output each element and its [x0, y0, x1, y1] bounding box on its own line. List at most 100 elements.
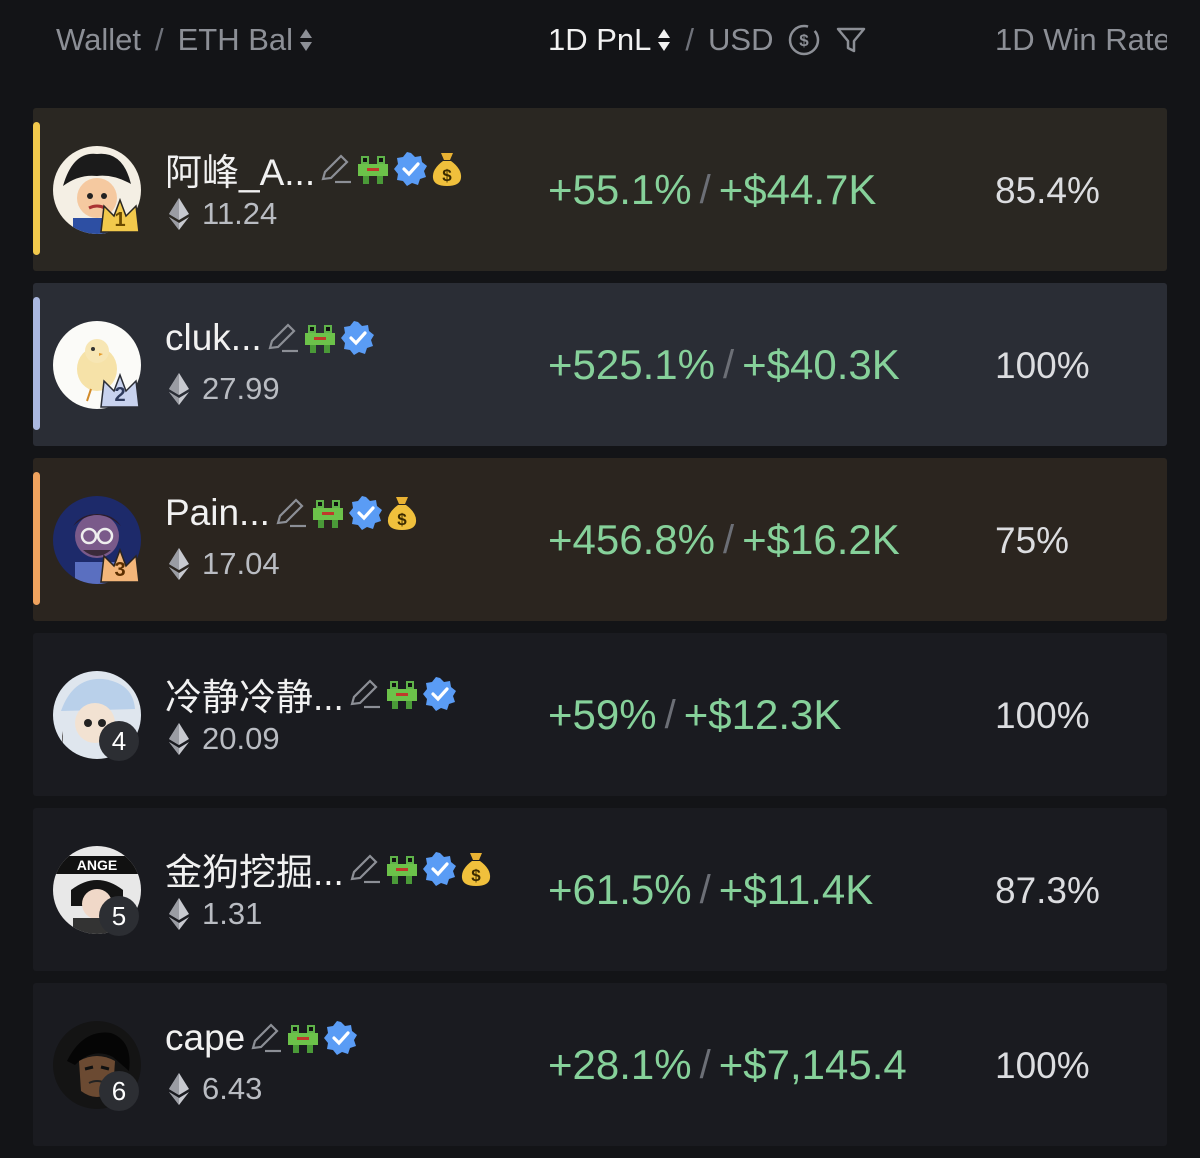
pnl-cell: +28.1% / +$7,145.4 [548, 1041, 907, 1088]
sort-icon[interactable] [657, 27, 671, 53]
wallet-name[interactable]: 金狗挖掘... [165, 842, 344, 896]
rank-badge: 5 [99, 896, 139, 936]
eth-balance-value: 27.99 [202, 371, 280, 406]
table-row[interactable]: 4 冷静冷静... 20.09 +59% / +$12.3K 100% [33, 633, 1167, 796]
pnl-usd: +$12.3K [683, 691, 842, 738]
wallet-name[interactable]: 冷静冷静... [165, 667, 344, 721]
win-rate-value: 87.3% [995, 870, 1100, 911]
wallet-name[interactable]: cluk... [165, 317, 262, 359]
win-rate-value: 100% [995, 695, 1090, 736]
filter-icon[interactable] [835, 24, 867, 56]
svg-text:$: $ [397, 510, 407, 529]
wallet-eth-header[interactable]: Wallet / ETH Bal [56, 18, 313, 62]
pnl-cell: +55.1% / +$44.7K [548, 166, 877, 213]
rank-badge: 6 [99, 1071, 139, 1111]
win-rate-value: 100% [995, 345, 1090, 386]
pnl-percent: +456.8% [548, 516, 715, 563]
rank-number: 1 [114, 209, 126, 231]
pnl-header[interactable]: 1D PnL / USD $ [548, 18, 867, 62]
table-row[interactable]: 1 阿峰_A... $ 11.24 +55.1% / +$44.7K 85.4% [33, 108, 1167, 271]
eth-balance-value: 11.24 [202, 196, 278, 231]
wallet-name[interactable]: Pain... [165, 492, 270, 534]
money-bag-icon: $ [431, 151, 463, 187]
pnl-usd: +$7,145.4 [718, 1041, 907, 1088]
wallet-name[interactable]: cape [165, 1017, 245, 1059]
eth-icon [169, 198, 189, 230]
pnl-percent: +59% [548, 691, 657, 738]
eth-balance-value: 20.09 [202, 721, 280, 756]
wallet-header-label: Wallet [56, 22, 141, 57]
verified-icon [393, 151, 429, 187]
win-rate-value: 75% [995, 520, 1070, 561]
svg-text:ANGE: ANGE [77, 857, 117, 873]
svg-text:$: $ [800, 31, 810, 50]
usd-header-label: USD [708, 22, 774, 57]
verified-icon [323, 1020, 359, 1056]
eth-balance: 17.04 [168, 546, 280, 582]
verified-icon [422, 851, 458, 887]
pnl-cell: +59% / +$12.3K [548, 691, 842, 738]
rank-number: 3 [114, 559, 126, 581]
rank-badge: 4 [99, 721, 139, 761]
svg-text:$: $ [442, 166, 452, 185]
eth-balance: 1.31 [168, 896, 262, 932]
rank-crown-badge: 2 [99, 371, 141, 409]
eth-balance-value: 6.43 [202, 1071, 263, 1106]
frog-icon [285, 1021, 321, 1055]
eth-icon [169, 373, 189, 405]
edit-icon[interactable] [247, 1020, 283, 1056]
win-rate-header-label[interactable]: 1D Win Rate [995, 22, 1167, 58]
eth-balance-value: 1.31 [202, 896, 263, 931]
eth-balance-value: 17.04 [202, 546, 280, 581]
pnl-percent: +525.1% [548, 341, 715, 388]
rank-crown-badge: 1 [99, 196, 141, 234]
verified-icon [340, 320, 376, 356]
pnl-percent: +55.1% [548, 166, 692, 213]
wallet-name[interactable]: 阿峰_A... [165, 142, 315, 196]
table-row[interactable]: ANGE 5 金狗挖掘... $ 1.31 +61.5% / +$11.4K 8… [33, 808, 1167, 971]
verified-icon [348, 495, 384, 531]
eth-icon [169, 548, 189, 580]
frog-icon [384, 677, 420, 711]
pnl-cell: +61.5% / +$11.4K [548, 866, 874, 913]
win-rate-value: 100% [995, 1045, 1090, 1086]
pnl-cell: +525.1% / +$40.3K [548, 341, 900, 388]
money-bag-icon: $ [460, 851, 492, 887]
win-rate-value: 85.4% [995, 170, 1100, 211]
header-separator: / [685, 22, 695, 57]
edit-icon[interactable] [346, 676, 382, 712]
rank-crown-badge: 3 [99, 546, 141, 584]
sort-icon[interactable] [299, 27, 313, 53]
pnl-percent: +61.5% [548, 866, 692, 913]
frog-icon [302, 321, 338, 355]
pnl-usd: +$16.2K [742, 516, 900, 563]
eth-balance: 11.24 [168, 196, 277, 232]
table-row[interactable]: 3 Pain... $ 17.04 +456.8% / +$16.2K 75% [33, 458, 1167, 621]
pnl-usd: +$44.7K [718, 166, 877, 213]
edit-icon[interactable] [272, 495, 308, 531]
frog-icon [310, 496, 346, 530]
eth-icon [169, 1073, 189, 1105]
leaderboard-list: 1 阿峰_A... $ 11.24 +55.1% / +$44.7K 85.4%… [33, 108, 1167, 1158]
header-separator: / [154, 22, 164, 57]
currency-switch-icon[interactable]: $ [787, 23, 821, 57]
rank-number: 2 [114, 384, 126, 406]
pnl-usd: +$40.3K [742, 341, 900, 388]
verified-icon [422, 676, 458, 712]
eth-icon [169, 898, 189, 930]
win-rate-header[interactable]: 1D Win Rate [995, 18, 1167, 62]
table-header: Wallet / ETH Bal 1D PnL / USD $ 1D Win R… [0, 0, 1200, 85]
eth-balance: 27.99 [168, 371, 280, 407]
table-row[interactable]: 6 cape 6.43 +28.1% / +$7,145.4 100% [33, 983, 1167, 1146]
edit-icon[interactable] [346, 851, 382, 887]
pnl-cell: +456.8% / +$16.2K [548, 516, 900, 563]
edit-icon[interactable] [317, 151, 353, 187]
eth-balance: 20.09 [168, 721, 280, 757]
pnl-header-label[interactable]: 1D PnL [548, 22, 651, 58]
pnl-percent: +28.1% [548, 1041, 692, 1088]
table-row[interactable]: 2 cluk... 27.99 +525.1% / +$40.3K 100% [33, 283, 1167, 446]
frog-icon [384, 852, 420, 886]
eth-bal-header-label[interactable]: ETH Bal [178, 22, 293, 58]
pnl-usd: +$11.4K [718, 866, 874, 913]
edit-icon[interactable] [264, 320, 300, 356]
